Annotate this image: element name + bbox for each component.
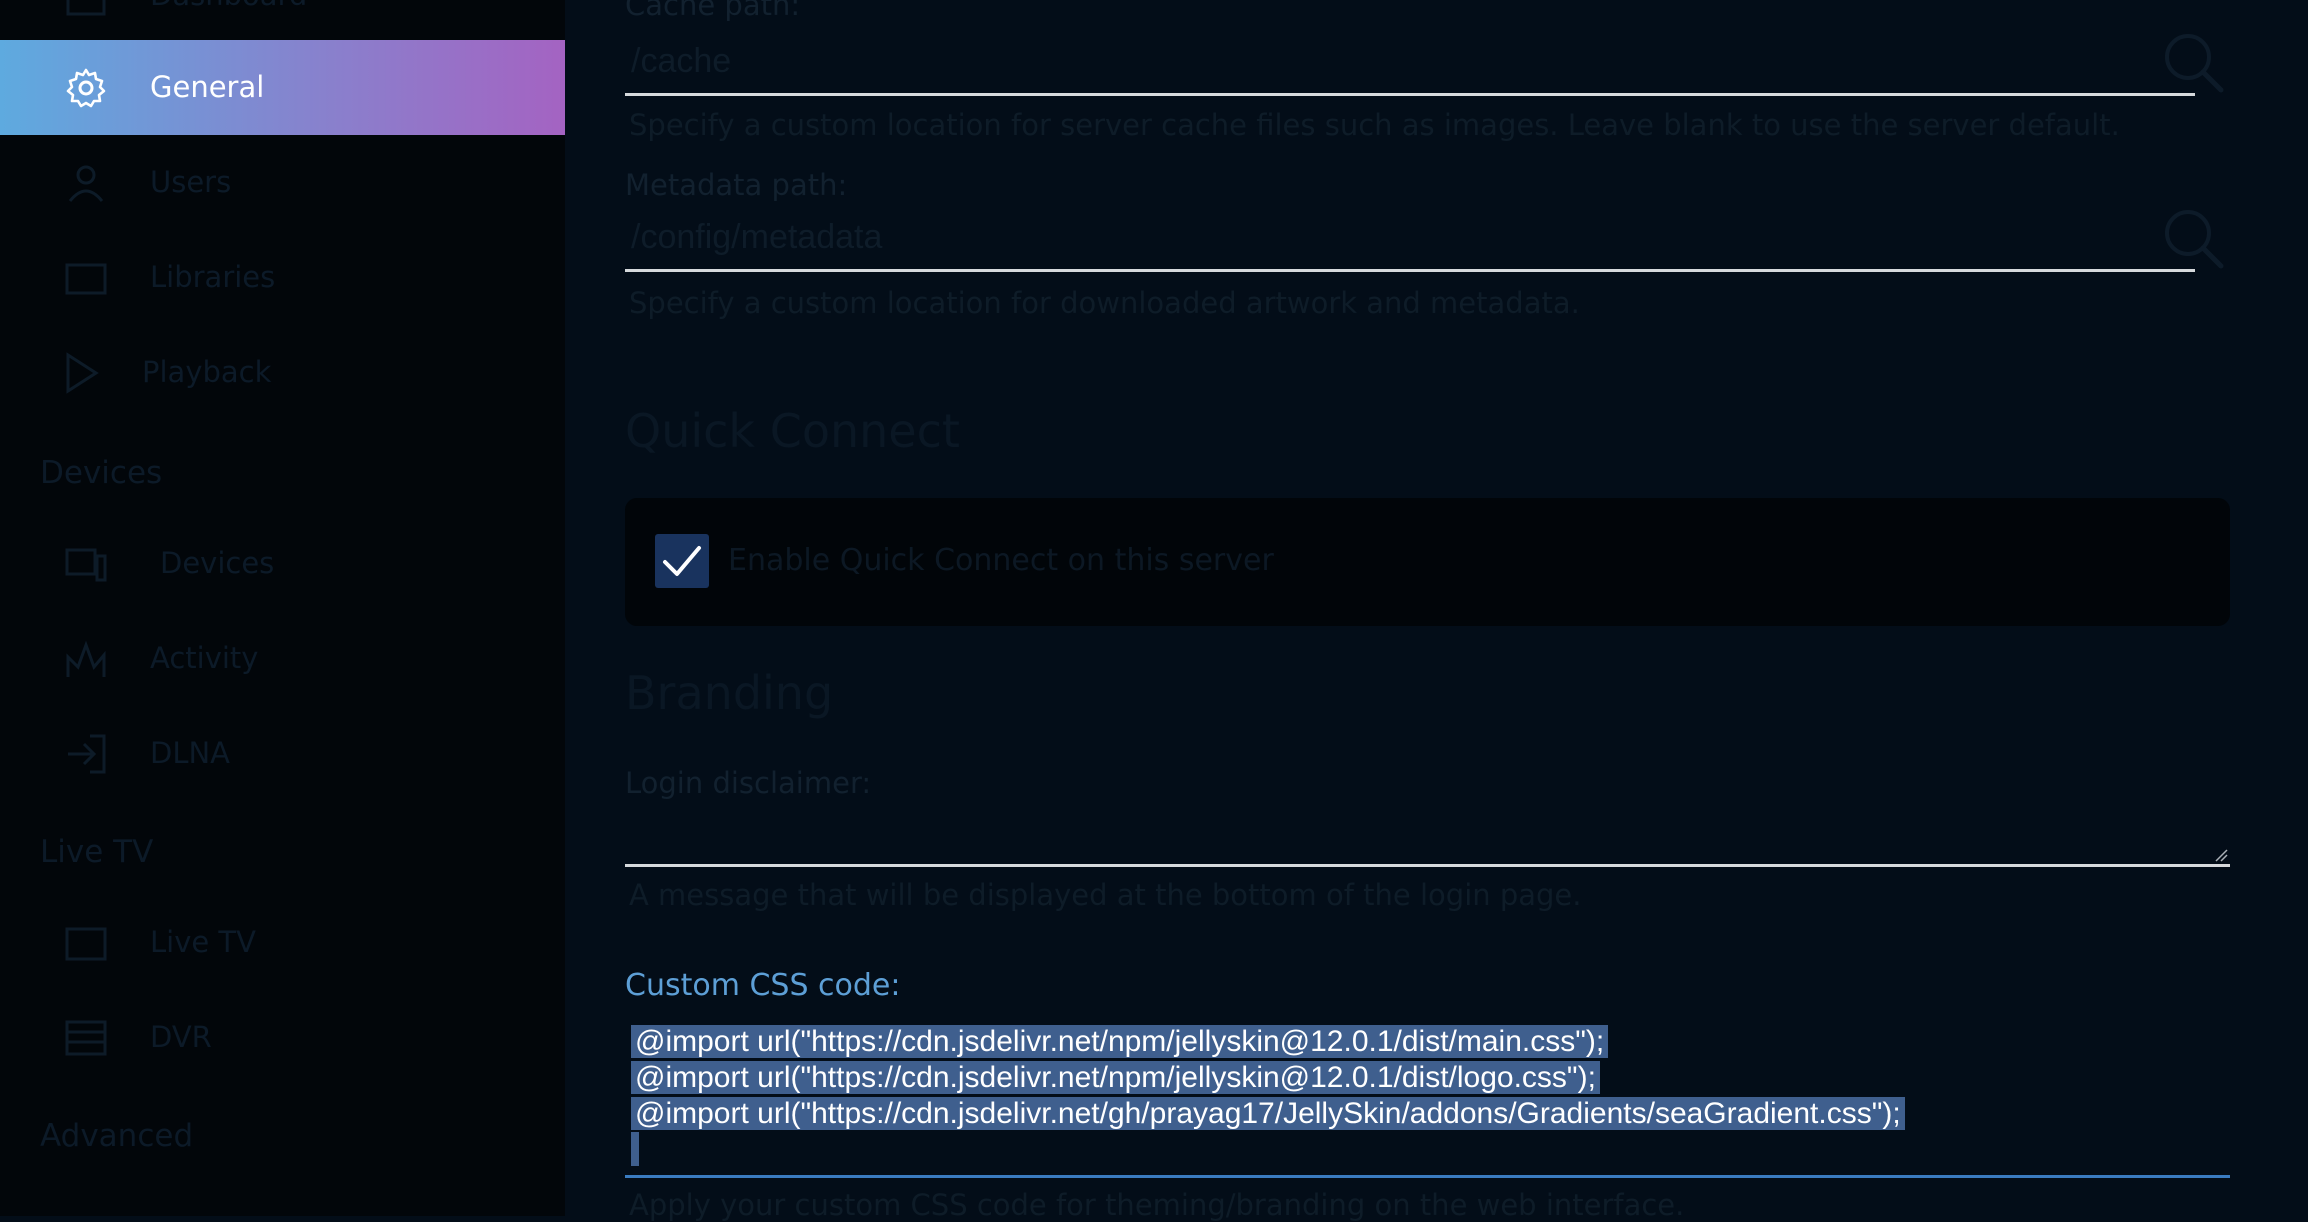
devices-icon: [65, 548, 107, 582]
text-caret: [631, 1132, 639, 1166]
css-line: @import url("https://cdn.jsdelivr.net/np…: [631, 1024, 2230, 1060]
css-line: @import url("https://cdn.jsdelivr.net/np…: [631, 1060, 2230, 1096]
login-disclaimer-textarea[interactable]: [625, 800, 2230, 867]
section-live-tv: Live TV: [40, 834, 154, 870]
sidebar-item-dlna[interactable]: DLNA: [0, 706, 565, 801]
quick-connect-label: Enable Quick Connect on this server: [728, 543, 1274, 578]
sidebar-item-label: Live TV: [150, 925, 256, 959]
sidebar-item-playback[interactable]: Playback: [0, 325, 565, 420]
sidebar-item-libraries[interactable]: Libraries: [0, 230, 565, 325]
quick-connect-title: Quick Connect: [625, 404, 960, 458]
css-line-text: @import url("https://cdn.jsdelivr.net/np…: [631, 1061, 1600, 1094]
play-icon: [66, 352, 99, 394]
sidebar-item-label: DLNA: [150, 736, 231, 770]
sidebar-item-label: Users: [150, 165, 232, 199]
check-icon: [663, 546, 701, 576]
cache-path-help: Specify a custom location for server cac…: [629, 108, 2120, 142]
metadata-path-search-icon[interactable]: [2155, 200, 2235, 280]
quick-connect-box: Enable Quick Connect on this server: [625, 498, 2230, 626]
login-disclaimer-help: A message that will be displayed at the …: [629, 878, 1582, 912]
metadata-path-value: /config/metadata: [631, 218, 883, 256]
metadata-path-label: Metadata path:: [625, 168, 848, 202]
sidebar-item-label: Libraries: [150, 260, 276, 294]
branding-title: Branding: [625, 666, 834, 720]
login-disclaimer-label: Login disclaimer:: [625, 766, 872, 800]
custom-css-textarea[interactable]: @import url("https://cdn.jsdelivr.net/np…: [625, 1018, 2230, 1178]
quick-connect-checkbox[interactable]: [655, 534, 709, 588]
section-advanced: Advanced: [40, 1118, 194, 1154]
sidebar-item-general[interactable]: General: [0, 40, 565, 135]
dlna-icon: [68, 734, 106, 774]
custom-css-label: Custom CSS code:: [625, 968, 901, 1003]
css-line-text: @import url("https://cdn.jsdelivr.net/np…: [631, 1025, 1609, 1058]
sidebar-item-label: Devices: [160, 546, 275, 580]
tv-icon: [65, 927, 107, 961]
sidebar-item-dashboard[interactable]: Dashboard: [0, 0, 565, 43]
metadata-path-input[interactable]: /config/metadata: [625, 212, 2195, 272]
main-content: Cache path: /cache Specify a custom loca…: [565, 0, 2308, 1222]
sidebar: Dashboard General Users Libraries Playba…: [0, 0, 565, 1216]
folder-icon: [65, 263, 107, 295]
cache-path-input[interactable]: /cache: [625, 36, 2195, 96]
resize-handle-icon[interactable]: [2214, 848, 2228, 862]
custom-css-help: Apply your custom CSS code for theming/b…: [629, 1188, 1685, 1222]
activity-icon: [66, 640, 106, 677]
cache-path-value: /cache: [631, 42, 732, 80]
sidebar-item-label: Dashboard: [150, 0, 307, 43]
dashboard-icon: [66, 0, 106, 16]
cache-path-label: Cache path:: [625, 0, 801, 22]
sidebar-item-label: General: [150, 70, 265, 104]
cache-path-search-icon[interactable]: [2155, 24, 2235, 104]
section-devices: Devices: [40, 455, 163, 491]
css-line: @import url("https://cdn.jsdelivr.net/gh…: [631, 1096, 2230, 1132]
sidebar-item-label: Playback: [142, 355, 272, 389]
dvr-icon: [65, 1020, 107, 1056]
gear-icon: [66, 68, 106, 108]
css-line-text: @import url("https://cdn.jsdelivr.net/gh…: [631, 1097, 1905, 1130]
metadata-path-help: Specify a custom location for downloaded…: [629, 286, 1580, 320]
sidebar-item-users[interactable]: Users: [0, 135, 565, 230]
sidebar-item-label: DVR: [150, 1020, 212, 1054]
users-icon: [68, 165, 104, 202]
sidebar-item-dvr[interactable]: DVR: [0, 990, 565, 1085]
sidebar-item-live-tv[interactable]: Live TV: [0, 895, 565, 990]
sidebar-item-activity[interactable]: Activity: [0, 611, 565, 706]
sidebar-item-label: Activity: [150, 641, 259, 675]
sidebar-item-devices[interactable]: Devices: [0, 516, 565, 611]
